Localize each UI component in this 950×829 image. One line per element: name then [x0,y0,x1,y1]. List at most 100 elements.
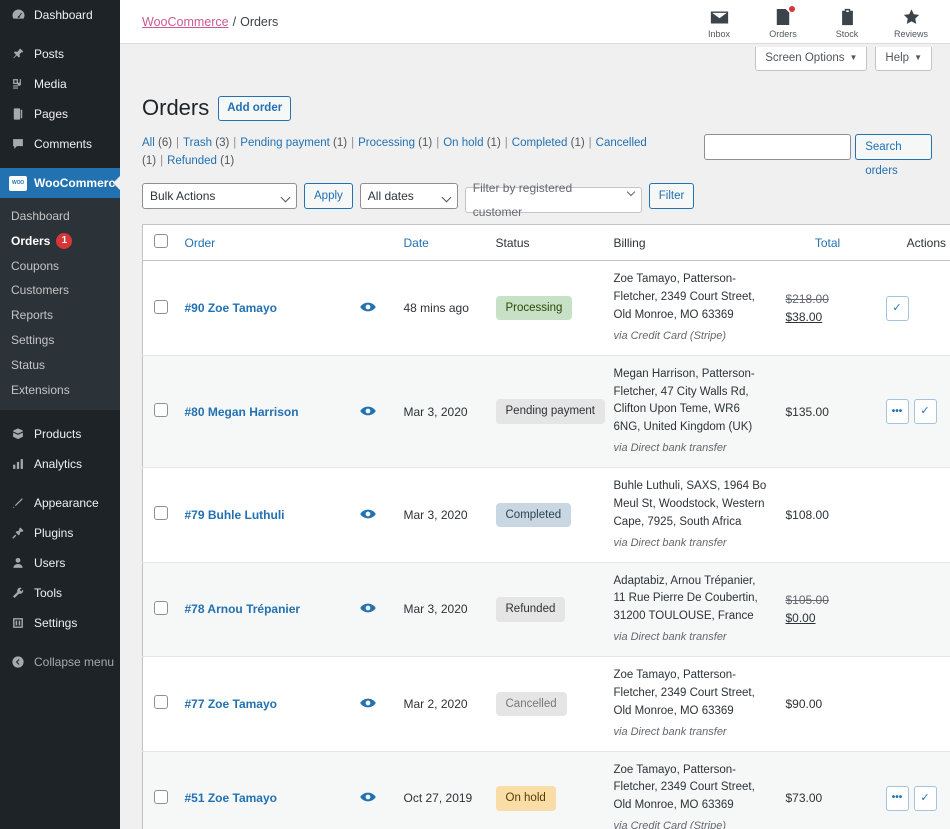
submenu-item-orders[interactable]: Orders 1 [0,229,120,254]
search-orders-button[interactable]: Search orders [855,134,932,160]
preview-eye-icon[interactable] [360,406,376,416]
date-cell: Mar 3, 2020 [396,468,488,562]
order-cell: #90 Zoe Tamayo [177,261,352,355]
status-filter-count: (3) [215,137,229,149]
breadcrumb-woocommerce-link[interactable]: WooCommerce [142,15,229,29]
status-filter-on-hold[interactable]: On hold [443,137,483,149]
submenu-item-reports[interactable]: Reports [0,303,120,328]
sidebar-item-comments[interactable]: Comments [0,129,120,159]
screen-options-button[interactable]: Screen Options ▼ [755,47,867,71]
activity-reviews-button[interactable]: Reviews [890,4,932,39]
status-filter-completed[interactable]: Completed [512,137,568,149]
sidebar-item-woocommerce[interactable]: WOO WooCommerce [0,168,120,198]
mark-processing-button[interactable]: ••• [886,786,909,811]
status-filter-trash[interactable]: Trash [183,137,212,149]
submenu-item-customers[interactable]: Customers [0,278,120,303]
mark-processing-button[interactable]: ••• [886,399,909,424]
sidebar-item-pages[interactable]: Pages [0,99,120,129]
order-link[interactable]: #77 Zoe Tamayo [185,697,277,711]
orders-notification-dot [789,6,795,12]
submenu-item-coupons[interactable]: Coupons [0,254,120,279]
plugins-icon [9,524,27,542]
sidebar-item-plugins[interactable]: Plugins [0,518,120,548]
submenu-item-settings[interactable]: Settings [0,328,120,353]
submenu-item-dashboard[interactable]: Dashboard [0,204,120,229]
search-input[interactable] [704,134,851,160]
woocommerce-submenu: Dashboard Orders 1 Coupons Customers Rep… [0,198,120,410]
row-select-cell [143,657,177,751]
order-link[interactable]: #51 Zoe Tamayo [185,791,277,805]
row-checkbox[interactable] [154,403,168,417]
submenu-item-extensions[interactable]: Extensions [0,378,120,403]
order-link[interactable]: #90 Zoe Tamayo [185,301,277,315]
order-link[interactable]: #79 Buhle Luthuli [185,508,285,522]
help-button[interactable]: Help ▼ [875,47,932,71]
apply-bulk-action-button[interactable]: Apply [304,183,353,209]
orders-table-head: Order Date Status Billing Total Actions [143,225,950,261]
status-filter-cancelled[interactable]: Cancelled [596,137,647,149]
mark-complete-button[interactable]: ✓ [914,399,937,424]
page-header: Orders Add order [142,94,932,123]
status-filter-label: Refunded [167,155,217,167]
woocommerce-icon: WOO [9,174,27,192]
date-cell: Oct 27, 2019 [396,751,488,829]
bulk-actions-select[interactable]: Bulk Actions [142,183,297,209]
chevron-down-icon: ▼ [914,53,922,63]
preview-eye-icon[interactable] [360,792,376,802]
actions-cell [878,657,950,751]
actions-cell [878,562,950,656]
mark-complete-button[interactable]: ✓ [886,296,909,321]
billing-cell: Zoe Tamayo, Patterson-Fletcher, 2349 Cou… [606,751,778,829]
row-checkbox[interactable] [154,695,168,709]
filter-button[interactable]: Filter [649,183,695,209]
submenu-item-label: Coupons [11,258,59,275]
status-filter-label: Cancelled [596,137,647,149]
sidebar-item-products[interactable]: Products [0,419,120,449]
sidebar-item-users[interactable]: Users [0,548,120,578]
payment-method: via Direct bank transfer [614,724,770,741]
sidebar-item-collapse-menu[interactable]: Collapse menu [0,647,120,677]
activity-orders-button[interactable]: Orders [762,4,804,39]
filter-separator: | [233,137,236,149]
sidebar-item-tools[interactable]: Tools [0,578,120,608]
column-header-status: Status [488,225,606,261]
row-select-cell [143,562,177,656]
sidebar-divider [0,410,120,419]
status-filter-pending-payment[interactable]: Pending payment [240,137,330,149]
submenu-item-status[interactable]: Status [0,353,120,378]
date-filter-select[interactable]: All dates [360,183,458,209]
row-checkbox[interactable] [154,506,168,520]
preview-eye-icon[interactable] [360,698,376,708]
activity-stock-button[interactable]: Stock [826,4,868,39]
preview-eye-icon[interactable] [360,302,376,312]
column-header-order[interactable]: Order [177,225,352,261]
column-header-date[interactable]: Date [396,225,488,261]
payment-method: via Direct bank transfer [614,440,770,457]
add-order-button[interactable]: Add order [218,96,291,121]
sidebar-item-settings[interactable]: Settings [0,608,120,638]
column-header-total[interactable]: Total [778,225,878,261]
sidebar-item-media[interactable]: Media [0,69,120,99]
mark-complete-button[interactable]: ✓ [914,786,937,811]
status-filter-refunded[interactable]: Refunded [167,155,217,167]
preview-eye-icon[interactable] [360,603,376,613]
preview-eye-icon[interactable] [360,509,376,519]
customer-filter-select[interactable]: Filter by registered customer [465,187,642,213]
sidebar-item-analytics[interactable]: Analytics [0,449,120,479]
sidebar-item-dashboard[interactable]: Dashboard [0,0,120,30]
sidebar-item-appearance[interactable]: Appearance [0,488,120,518]
billing-address-text: Megan Harrison, Patterson-Fletcher, 47 C… [614,368,755,433]
sidebar-item-posts[interactable]: Posts [0,39,120,69]
actions-cell: ••• ✓ [878,751,950,829]
row-checkbox[interactable] [154,790,168,804]
activity-inbox-button[interactable]: Inbox [698,4,740,39]
row-checkbox[interactable] [154,601,168,615]
row-checkbox[interactable] [154,300,168,314]
table-row: #90 Zoe Tamayo 48 mins ago Processing Zo… [143,261,950,355]
select-all-checkbox[interactable] [154,234,168,248]
status-filter-all[interactable]: All [142,137,155,149]
order-link[interactable]: #80 Megan Harrison [185,405,299,419]
column-header-actions: Actions [878,225,950,261]
status-filter-processing[interactable]: Processing [358,137,415,149]
order-link[interactable]: #78 Arnou Trépanier [185,602,301,616]
